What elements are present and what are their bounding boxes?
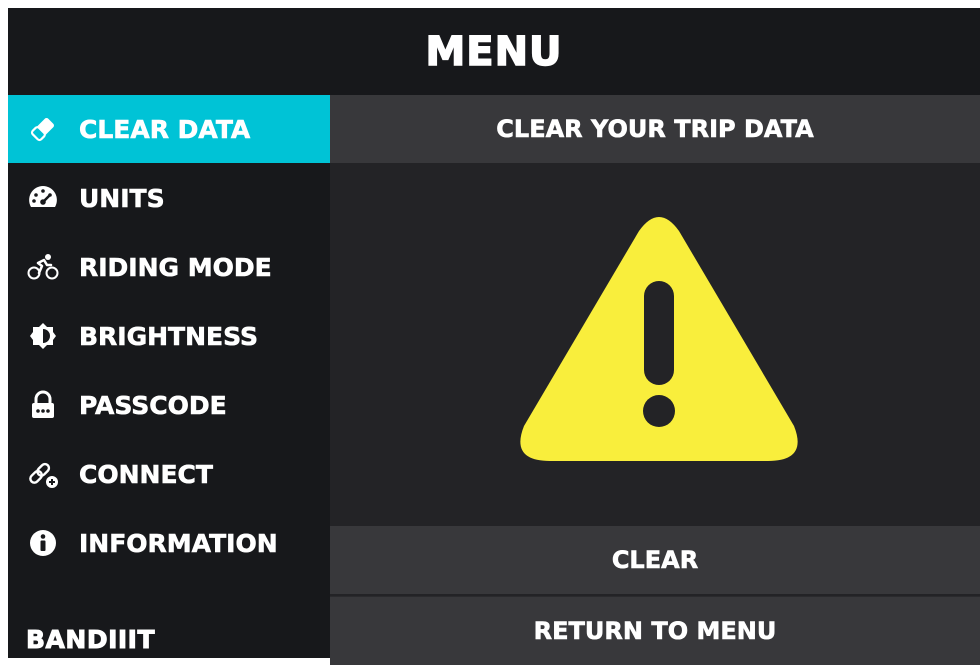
top-bar: MENU (8, 8, 980, 95)
link-add-icon (26, 457, 60, 491)
info-icon (26, 526, 60, 560)
sidebar-item-label: CONNECT (79, 459, 214, 489)
sidebar-item-label: CLEAR DATA (79, 114, 251, 144)
section-heading: CLEAR YOUR TRIP DATA (330, 95, 980, 163)
sidebar-item-connect[interactable]: CONNECT (8, 440, 330, 508)
sidebar: CLEAR DATA UNITS RIDING MODE BRIGHTNESS … (8, 95, 330, 658)
sidebar-item-label: RIDING MODE (79, 252, 272, 282)
lock-icon (26, 388, 60, 422)
sidebar-item-label: UNITS (79, 183, 165, 213)
sidebar-item-label: BRIGHTNESS (79, 321, 259, 351)
speedometer-icon (26, 181, 60, 215)
cyclist-icon (26, 250, 60, 284)
sidebar-item-brightness[interactable]: BRIGHTNESS (8, 302, 330, 370)
sidebar-item-label: PASSCODE (79, 390, 227, 420)
page-title: MENU (425, 28, 563, 76)
brightness-icon (26, 319, 60, 353)
warning-triangle-icon (516, 211, 802, 466)
sidebar-item-information[interactable]: INFORMATION (8, 509, 330, 577)
sidebar-item-riding-mode[interactable]: RIDING MODE (8, 233, 330, 301)
main-panel: CLEAR YOUR TRIP DATA CLEAR RETURN TO MEN… (330, 95, 980, 665)
sidebar-item-label: INFORMATION (79, 528, 278, 558)
device-screen: MENU CLEAR DATA UNITS RIDING MODE BRIGHT… (8, 8, 980, 665)
brand-logo: BANDIIIT (25, 625, 156, 655)
sidebar-item-passcode[interactable]: PASSCODE (8, 371, 330, 439)
eraser-icon (26, 112, 60, 146)
return-to-menu-button[interactable]: RETURN TO MENU (330, 596, 980, 665)
sidebar-item-clear-data[interactable]: CLEAR DATA (8, 95, 330, 163)
sidebar-item-units[interactable]: UNITS (8, 164, 330, 232)
clear-button[interactable]: CLEAR (330, 526, 980, 594)
